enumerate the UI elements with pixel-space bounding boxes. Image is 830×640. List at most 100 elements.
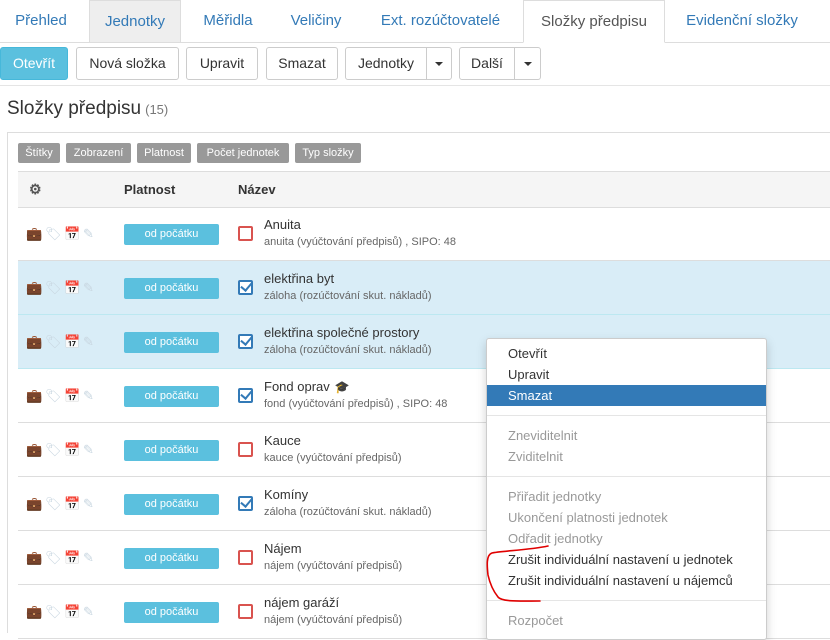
row-name-text: nájem garáží: [264, 595, 340, 610]
calendar-icon[interactable]: 📅: [64, 334, 83, 350]
row-description: anuita (vyúčtování předpisů) , SIPO: 48: [264, 236, 456, 248]
filter-platnost[interactable]: Platnost: [137, 143, 191, 163]
open-button[interactable]: Otevřít: [0, 47, 68, 80]
briefcase-icon[interactable]: 💼: [26, 496, 45, 512]
menu-item-unassign-units: Odřadit jednotky: [508, 531, 603, 546]
checked-box-icon[interactable]: [238, 334, 253, 349]
tag-icon[interactable]: 🏷: [45, 550, 64, 566]
delete-button[interactable]: Smazat: [266, 47, 338, 80]
column-header-validity[interactable]: Platnost: [124, 172, 175, 207]
calendar-icon[interactable]: 📅: [64, 496, 83, 512]
checked-box-icon[interactable]: [238, 280, 253, 295]
calendar-icon[interactable]: 📅: [64, 226, 83, 242]
pencil-icon[interactable]: ✎: [83, 280, 102, 296]
row-name[interactable]: Fond oprav 🎓: [264, 379, 350, 394]
filter-stitky[interactable]: Štítky: [18, 143, 60, 163]
row-name[interactable]: elektřina společné prostory: [264, 325, 419, 340]
filter-pocet-jednotek[interactable]: Počet jednotek: [197, 143, 289, 163]
pencil-icon[interactable]: ✎: [83, 334, 102, 350]
calendar-icon[interactable]: 📅: [64, 442, 83, 458]
checked-box-icon[interactable]: [238, 496, 253, 511]
checked-box-icon[interactable]: [238, 388, 253, 403]
tab-jednotky[interactable]: Jednotky: [89, 0, 181, 42]
row-action-icons: 💼 🏷 📅 ✎: [26, 334, 102, 350]
briefcase-icon[interactable]: 💼: [26, 280, 45, 296]
row-name[interactable]: Komíny: [264, 487, 308, 502]
column-header-name[interactable]: Název: [238, 172, 276, 207]
tab-evidencni-slozky[interactable]: Evidenční složky: [672, 0, 812, 42]
table-row[interactable]: 💼 🏷 📅 ✎ od počátku Anuita anuita (vyúčtování p…: [18, 207, 830, 261]
unchecked-box-icon[interactable]: [238, 604, 253, 619]
tag-icon[interactable]: 🏷: [45, 226, 64, 242]
briefcase-icon[interactable]: 💼: [26, 388, 45, 404]
filter-typ-slozky[interactable]: Typ složky: [295, 143, 361, 163]
pencil-icon[interactable]: ✎: [83, 550, 102, 566]
row-name-text: Fond oprav: [264, 379, 330, 394]
tab-prehled[interactable]: Přehled: [0, 0, 82, 42]
edit-button[interactable]: Upravit: [186, 47, 258, 80]
validity-badge: od počátku: [124, 278, 219, 299]
menu-item-delete[interactable]: Smazat: [487, 385, 766, 406]
tag-icon[interactable]: 🏷: [45, 604, 64, 620]
row-description: nájem (vyúčtování předpisů): [264, 560, 403, 572]
briefcase-icon[interactable]: 💼: [26, 604, 45, 620]
row-name[interactable]: nájem garáží: [264, 595, 339, 610]
tab-ext-rozuctovatele[interactable]: Ext. rozúčtovatelé: [364, 0, 517, 42]
briefcase-icon[interactable]: 💼: [26, 334, 45, 350]
tag-icon[interactable]: 🏷: [45, 280, 64, 296]
row-description: záloha (rozúčtování skut. nákladů): [264, 506, 432, 518]
row-name[interactable]: Nájem: [264, 541, 302, 556]
pencil-icon[interactable]: ✎: [83, 388, 102, 404]
units-dropdown-toggle[interactable]: [426, 47, 452, 80]
pencil-icon[interactable]: ✎: [83, 496, 102, 512]
row-description: fond (vyúčtování předpisů) , SIPO: 48: [264, 398, 448, 410]
unchecked-box-icon[interactable]: [238, 442, 253, 457]
pencil-icon[interactable]: ✎: [83, 442, 102, 458]
tag-icon[interactable]: 🏷: [45, 334, 64, 350]
tab-meridla[interactable]: Měřidla: [188, 0, 268, 42]
unchecked-box-icon[interactable]: [238, 226, 253, 241]
units-button[interactable]: Jednotky: [345, 47, 427, 80]
tab-slozky-predpisu[interactable]: Složky předpisu: [523, 0, 665, 43]
tag-icon[interactable]: 🏷: [45, 388, 64, 404]
row-action-icons: 💼 🏷 📅 ✎: [26, 604, 102, 620]
validity-badge: od počátku: [124, 386, 219, 407]
calendar-icon[interactable]: 📅: [64, 280, 83, 296]
briefcase-icon[interactable]: 💼: [26, 442, 45, 458]
row-name[interactable]: elektřina byt: [264, 271, 334, 286]
page-title-text: Složky předpisu: [7, 98, 142, 119]
pencil-icon[interactable]: ✎: [83, 226, 102, 242]
table-header: ⚙ Platnost Název: [18, 171, 830, 208]
more-dropdown-toggle[interactable]: [514, 47, 541, 80]
tag-icon[interactable]: 🏷: [45, 496, 64, 512]
calendar-icon[interactable]: 📅: [64, 550, 83, 566]
menu-item-open[interactable]: Otevřít: [487, 343, 766, 364]
table-row[interactable]: 💼 🏷 📅 ✎ od počátku elektřina byt záloha (rozúč…: [18, 261, 830, 315]
briefcase-icon[interactable]: 💼: [26, 550, 45, 566]
gear-icon[interactable]: ⚙: [29, 172, 42, 207]
more-button[interactable]: Další: [459, 47, 515, 80]
pencil-icon[interactable]: ✎: [83, 604, 102, 620]
briefcase-icon[interactable]: 💼: [26, 226, 45, 242]
divider: [0, 85, 830, 86]
menu-item-edit[interactable]: Upravit: [487, 364, 766, 385]
menu-divider: [487, 415, 766, 416]
row-name-text: Nájem: [264, 541, 302, 556]
row-action-icons: 💼 🏷 📅 ✎: [26, 550, 102, 566]
row-name[interactable]: Anuita: [264, 217, 301, 232]
filter-zobrazeni[interactable]: Zobrazení: [66, 143, 131, 163]
tag-icon[interactable]: 🏷: [45, 442, 64, 458]
menu-item-end-unit-validity: Ukončení platnosti jednotek: [508, 510, 668, 525]
menu-item-reset-unit-settings[interactable]: Zrušit individuální nastavení u jednotek: [487, 549, 766, 570]
validity-badge: od počátku: [124, 602, 219, 623]
row-name-text: Komíny: [264, 487, 309, 502]
row-action-icons: 💼 🏷 📅 ✎: [26, 496, 102, 512]
unchecked-box-icon[interactable]: [238, 550, 253, 565]
row-name[interactable]: Kauce: [264, 433, 301, 448]
calendar-icon[interactable]: 📅: [64, 604, 83, 620]
tab-veliciny[interactable]: Veličiny: [275, 0, 357, 42]
new-folder-button[interactable]: Nová složka: [76, 47, 179, 80]
chevron-down-icon: [523, 62, 532, 67]
calendar-icon[interactable]: 📅: [64, 388, 83, 404]
menu-item-reset-tenant-settings[interactable]: Zrušit individuální nastavení u nájemců: [487, 570, 766, 591]
